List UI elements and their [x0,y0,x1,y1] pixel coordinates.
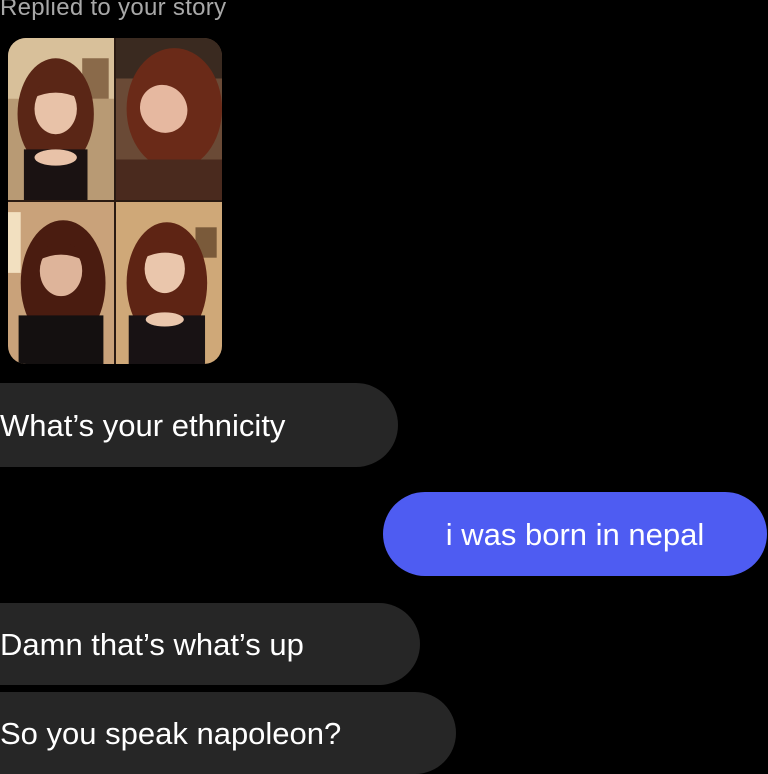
story-preview-card[interactable] [8,38,222,364]
message-text: What’s your ethnicity [0,407,286,443]
message-bubble-incoming[interactable]: Damn that’s what’s up [0,603,420,685]
message-text: i was born in nepal [445,516,705,552]
story-photo-1 [8,38,114,200]
selfie-photo-image [116,38,222,200]
message-bubble-incoming[interactable]: What’s your ethnicity [0,383,398,467]
story-photo-2 [116,38,222,200]
selfie-photo-image [8,202,114,364]
message-bubble-incoming[interactable]: So you speak napoleon? [0,692,456,774]
message-bubble-outgoing[interactable]: i was born in nepal [383,492,767,576]
message-text: Damn that’s what’s up [0,626,304,662]
selfie-photo-image [8,38,114,200]
story-photo-4 [116,202,222,364]
selfie-photo-image [116,202,222,364]
story-photo-3 [8,202,114,364]
message-text: So you speak napoleon? [0,715,342,751]
story-reply-label: Replied to your story [0,0,227,21]
